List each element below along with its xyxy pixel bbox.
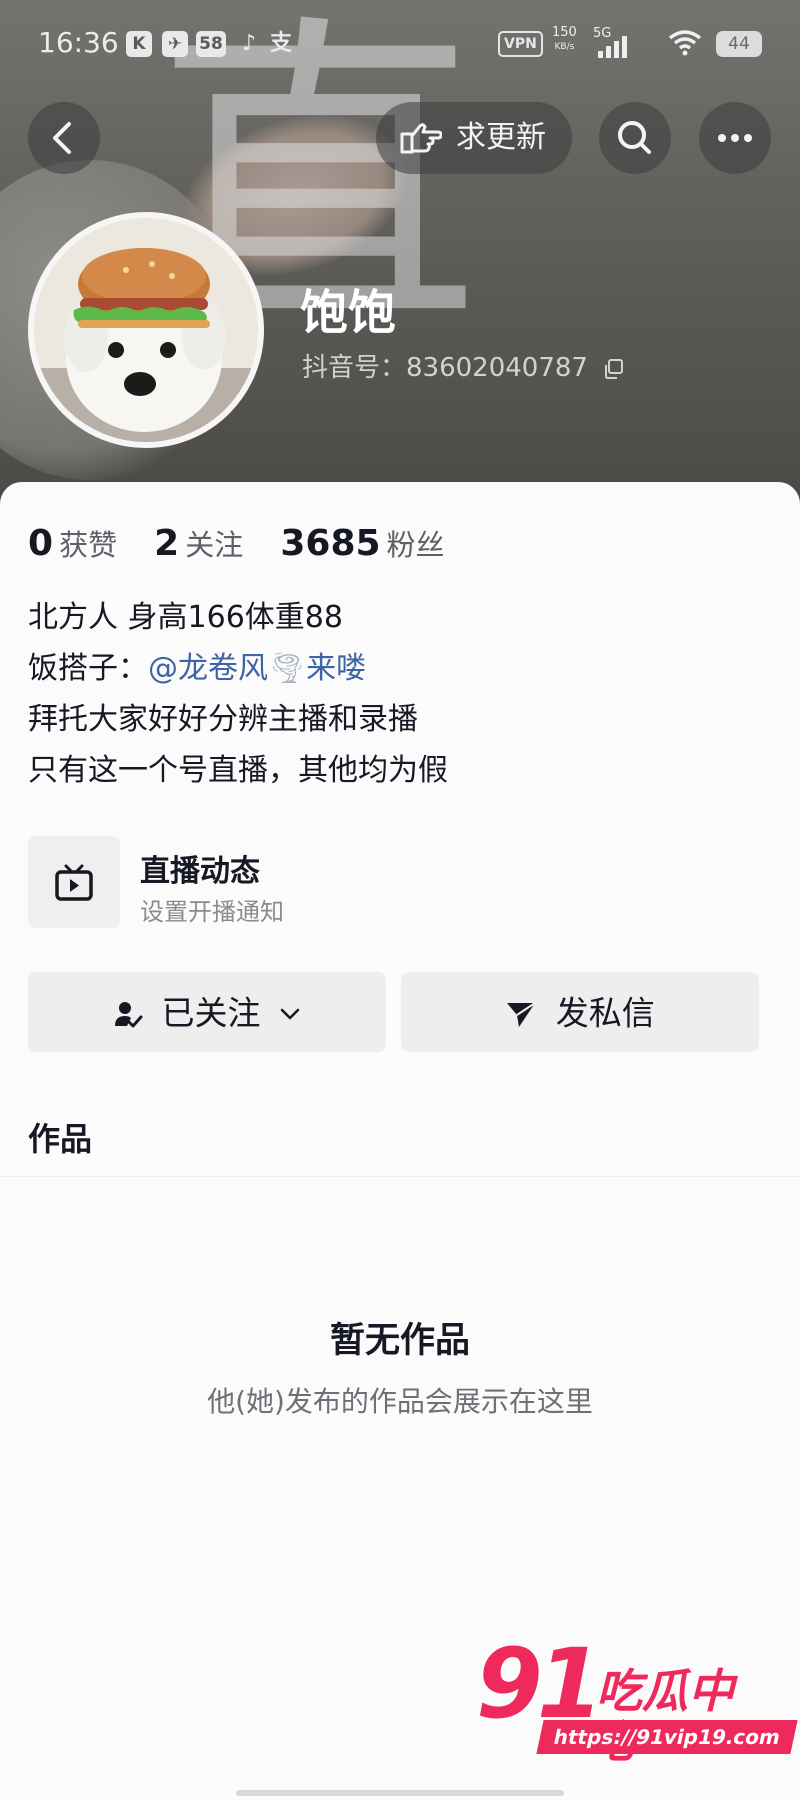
more-dots-icon <box>718 134 752 142</box>
status-time: 16:36 <box>38 26 119 59</box>
bio-line-2-prefix: 饭搭子： <box>28 651 148 686</box>
battery-icon: 44 <box>716 31 762 57</box>
user-check-icon <box>115 1001 143 1027</box>
following-label: 关注 <box>185 528 244 562</box>
bio-line-4: 只有这一个号直播，其他均为假 <box>28 753 448 788</box>
message-button[interactable]: 发私信 <box>401 972 759 1052</box>
mention-name: @龙卷风 <box>148 651 268 686</box>
empty-state-subtitle: 他(她)发布的作品会展示在这里 <box>207 1385 593 1418</box>
profile-nickname: 饱饱 <box>300 285 397 341</box>
bio-line-1: 北方人 身高166体重88 <box>28 600 343 635</box>
site-watermark: 91 吃瓜中心 https://91vip19.com <box>470 1634 798 1766</box>
profile-content: 0 获赞 2 关注 3685 粉丝 北方人 身高166体重88 饭搭子：@龙卷风🌪来喽… <box>0 482 800 1800</box>
chevron-left-icon <box>53 122 71 154</box>
following-count: 2 <box>154 523 180 564</box>
site-watermark-number: 91 <box>476 1628 604 1740</box>
live-updates-card[interactable]: 直播动态 设置开播通知 <box>28 836 728 928</box>
status-telegram-icon: ✈ <box>162 31 188 57</box>
send-icon <box>507 1001 536 1027</box>
message-button-label: 发私信 <box>555 993 655 1033</box>
mention-link[interactable]: @龙卷风🌪来喽 <box>148 651 366 686</box>
site-watermark-url: https://91vip19.com <box>536 1720 798 1754</box>
status-alipay-icon: 支 <box>269 31 292 56</box>
douyin-id[interactable]: 抖音号：83602040787 <box>302 352 624 384</box>
tab-divider <box>0 1176 800 1177</box>
copy-icon[interactable] <box>602 358 624 380</box>
bio-line-3: 拜托大家好好分辨主播和录播 <box>28 702 418 737</box>
status-58-icon: 58 <box>196 31 226 57</box>
stats-row: 0 获赞 2 关注 3685 粉丝 <box>28 522 477 570</box>
wifi-icon <box>668 30 702 56</box>
status-bar: 16:36 K ✈ 58 ♪ 支 VPN 150 KB/s 5G 44 <box>0 0 800 88</box>
tornado-emoji-icon: 🌪 <box>268 651 307 686</box>
mention-suffix: 来喽 <box>306 651 367 686</box>
home-indicator <box>236 1790 564 1796</box>
likes-label: 获赞 <box>59 528 118 562</box>
followers-stat[interactable]: 3685 粉丝 <box>280 522 444 564</box>
followers-count: 3685 <box>280 523 381 564</box>
avatar[interactable] <box>28 212 264 448</box>
empty-state-title: 暂无作品 <box>329 1321 470 1361</box>
dog-with-burger-hat-image <box>34 218 258 442</box>
likes-count: 0 <box>28 523 54 564</box>
status-app-icon-k: K <box>126 31 152 57</box>
chevron-down-icon <box>280 1008 300 1019</box>
live-card-title: 直播动态 <box>140 854 260 889</box>
search-icon <box>618 121 651 154</box>
request-update-label: 求更新 <box>456 120 546 155</box>
status-tiktok-icon: ♪ <box>241 31 257 56</box>
profile-header: 直 16:36 K ✈ 58 ♪ 支 VPN 150 KB/s 5G 44 <box>0 0 800 520</box>
live-icon-box <box>28 836 120 928</box>
following-button[interactable]: 已关注 <box>28 972 386 1052</box>
request-update-button[interactable]: 求更新 <box>376 102 572 174</box>
following-stat[interactable]: 2 关注 <box>154 522 243 564</box>
following-button-label: 已关注 <box>161 993 261 1033</box>
network-speed: 150 KB/s <box>552 25 577 53</box>
live-card-subtitle: 设置开播通知 <box>140 898 284 926</box>
tab-works[interactable]: 作品 <box>28 1114 92 1160</box>
likes-stat[interactable]: 0 获赞 <box>28 522 117 564</box>
vpn-icon: VPN <box>498 31 543 57</box>
bio-line-2: 饭搭子：@龙卷风🌪来喽 <box>28 643 768 694</box>
bio: 北方人 身高166体重88 饭搭子：@龙卷风🌪来喽 拜托大家好好分辨主播和录播 … <box>28 592 768 796</box>
more-button[interactable] <box>699 102 771 174</box>
back-button[interactable] <box>28 102 100 174</box>
douyin-id-text: 抖音号：83602040787 <box>302 353 588 383</box>
followers-label: 粉丝 <box>386 528 445 562</box>
signal-icon <box>598 36 627 58</box>
tv-play-icon <box>55 864 93 901</box>
search-button[interactable] <box>599 102 671 174</box>
pointing-hand-icon <box>400 123 442 154</box>
